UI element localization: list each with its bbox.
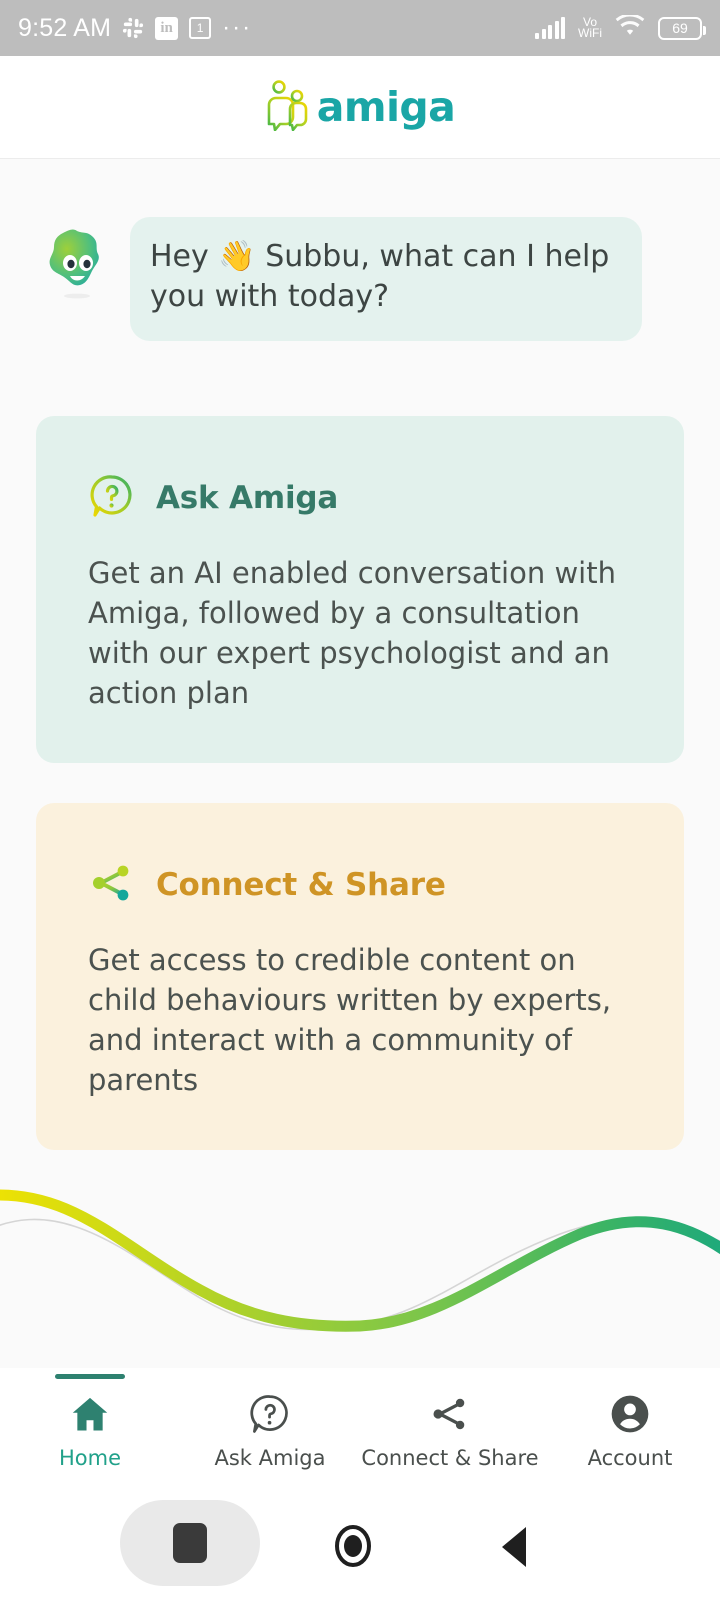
main-content: Hey 👋 Subbu, what can I help you with to… [0,159,720,1368]
home-circle-icon[interactable] [331,1522,375,1575]
calendar-day-label: 1 [196,21,204,35]
volte-line-2: WiFi [578,26,602,40]
nav-label-account: Account [587,1446,673,1470]
status-bar-left: 9:52 AM in 1 ··· [18,14,252,43]
amiga-mascot-avatar [46,229,108,299]
account-person-icon [608,1390,652,1438]
nav-item-home[interactable]: Home [0,1368,180,1486]
nav-label-ask-amiga: Ask Amiga [214,1446,326,1470]
status-time: 9:52 AM [18,13,112,42]
phone-screen: 9:52 AM in 1 ··· Vo WiFi 69 amiga Hey 👋 … [0,0,720,1600]
linkedin-icon: in [155,16,179,40]
share-nodes-icon [428,1390,472,1438]
card-title: Ask Amiga [156,480,339,517]
brand-name: amiga [316,83,456,131]
overflow-dots-icon: ··· [222,14,253,41]
nav-item-account[interactable]: Account [540,1368,720,1486]
share-nodes-icon [88,859,136,912]
decorative-wave [0,1189,720,1332]
nav-label-home: Home [58,1446,121,1470]
status-bar: 9:52 AM in 1 ··· Vo WiFi 69 [0,0,720,56]
card-connect-share[interactable]: Connect & Share Get access to credible c… [36,802,684,1150]
nav-item-connect-share[interactable]: Connect & Share [360,1368,540,1486]
card-header: Ask Amiga [88,472,632,525]
question-chat-bubble-icon [248,1390,292,1438]
status-bar-right: Vo WiFi 69 [535,13,706,42]
home-icon [68,1390,112,1438]
app-header: amiga [0,56,720,159]
amiga-logo-icon [265,79,311,136]
wifi-icon [615,13,645,42]
nav-item-ask-amiga[interactable]: Ask Amiga [180,1368,360,1486]
android-navigation-bar [0,1486,720,1600]
question-chat-bubble-icon [88,472,136,525]
nav-label-connect-share: Connect & Share [361,1446,539,1470]
greeting-row: Hey 👋 Subbu, what can I help you with to… [0,159,720,341]
card-title: Connect & Share [156,867,446,904]
active-indicator [55,1374,125,1379]
slack-icon [122,17,144,39]
brand: amiga [265,79,456,136]
card-body: Get access to credible content on child … [88,942,612,1097]
cellular-signal-icon [535,17,565,39]
card-header: Connect & Share [88,859,632,912]
battery-percent-label: 69 [672,19,688,36]
greeting-message: Hey 👋 Subbu, what can I help you with to… [150,239,610,314]
card-body: Get an AI enabled conversation with Amig… [88,555,616,710]
calendar-icon: 1 [189,17,212,39]
battery-icon: 69 [658,16,706,40]
card-ask-amiga[interactable]: Ask Amiga Get an AI enabled conversation… [36,415,684,763]
volte-wifi-icon: Vo WiFi [578,16,602,40]
recents-square-icon[interactable] [120,1500,260,1586]
bottom-navigation: Home Ask Amiga Connect & Share Account [0,1368,720,1486]
greeting-bubble: Hey 👋 Subbu, what can I help you with to… [130,217,642,341]
back-triangle-icon[interactable] [494,1524,534,1575]
recents-square-glyph [173,1523,207,1563]
